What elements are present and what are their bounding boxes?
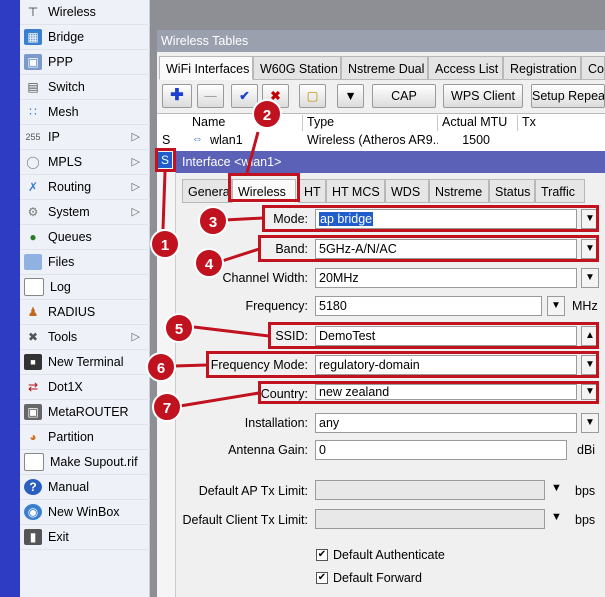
annotation-badge-7: 7 <box>152 392 182 422</box>
annotation-badge-3: 3 <box>198 206 228 236</box>
annotation-badge-4: 4 <box>194 248 224 278</box>
annotation-badge-5: 5 <box>164 313 194 343</box>
annotation-badge-2: 2 <box>252 99 282 129</box>
annotation-leader-lines <box>161 131 270 408</box>
annotation-badge-6: 6 <box>146 352 176 382</box>
annotation-badge-1: 1 <box>150 229 180 259</box>
